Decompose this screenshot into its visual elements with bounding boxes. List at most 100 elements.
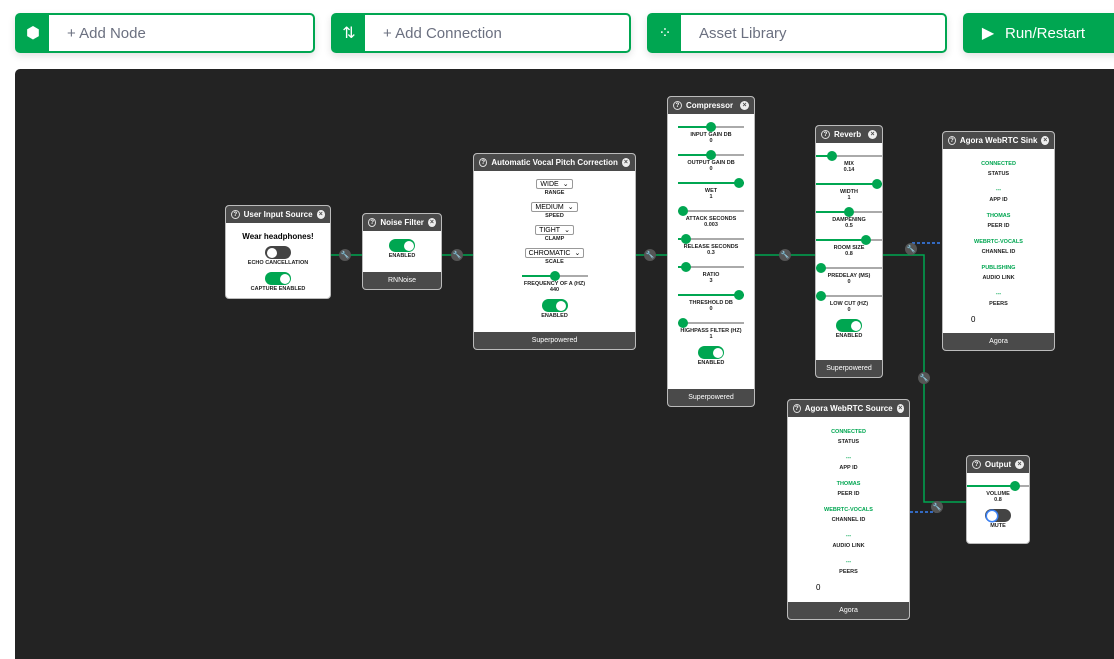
asset-library-button[interactable]: ⁘ Asset Library bbox=[647, 13, 947, 53]
node-compressor[interactable]: ? Compressor × INPUT GAIN DB 0 OUTPUT GAIN DB… bbox=[667, 96, 755, 407]
status-label: PEERS bbox=[989, 301, 1008, 307]
slider[interactable] bbox=[678, 290, 744, 300]
node-reverb[interactable]: ? Reverb × MIX 0.14 WIDTH 1 DAMPENING 0.5 ROOM SI… bbox=[815, 125, 883, 378]
help-icon[interactable]: ? bbox=[948, 136, 956, 145]
wrench-icon[interactable]: 🔧 bbox=[779, 249, 791, 261]
node-header[interactable]: ? Agora WebRTC Source × bbox=[788, 400, 909, 417]
slider-thumb[interactable] bbox=[844, 207, 854, 217]
slider[interactable] bbox=[816, 151, 882, 161]
node-agora-source[interactable]: ? Agora WebRTC Source × CONNECTED STATUS --- A… bbox=[787, 399, 910, 620]
node-header[interactable]: ? Compressor × bbox=[668, 97, 754, 114]
chevron-down-icon: ⌄ bbox=[574, 250, 581, 257]
slider[interactable] bbox=[816, 179, 882, 189]
slider-thumb[interactable] bbox=[549, 271, 560, 281]
node-title: Reverb bbox=[834, 130, 862, 139]
slider[interactable] bbox=[678, 318, 744, 328]
status-value: --- bbox=[995, 187, 1002, 193]
help-icon[interactable]: ? bbox=[231, 210, 240, 219]
close-icon[interactable]: × bbox=[1015, 460, 1024, 469]
node-body: ENABLED bbox=[363, 231, 441, 272]
slider-thumb[interactable] bbox=[678, 206, 688, 216]
node-graph-canvas[interactable]: 🔧 🔧 🔧 🔧 🔧 🔧 🔧 ? User Input Source × Wear he… bbox=[15, 69, 1114, 659]
help-icon[interactable]: ? bbox=[793, 404, 801, 413]
node-user-input-source[interactable]: ? User Input Source × Wear headphones! ECHO … bbox=[225, 205, 331, 299]
status-value: WEBRTC-VOCALS bbox=[824, 507, 873, 513]
node-header[interactable]: ? Reverb × bbox=[816, 126, 882, 143]
slider[interactable] bbox=[678, 206, 744, 216]
status-value: PUBLISHING bbox=[981, 265, 1016, 271]
node-pitch-correction[interactable]: ? Automatic Vocal Pitch Correction × WIDE ⌄ R… bbox=[473, 153, 636, 350]
node-header[interactable]: ? User Input Source × bbox=[226, 206, 330, 223]
add-connection-button[interactable]: ⇅ + Add Connection bbox=[331, 13, 631, 53]
toggle-label: ENABLED bbox=[541, 313, 568, 319]
slider[interactable] bbox=[521, 271, 588, 281]
slider[interactable] bbox=[816, 235, 882, 245]
node-header[interactable]: ? Agora WebRTC Sink × bbox=[943, 132, 1054, 149]
node-output[interactable]: ? Output × VOLUME 0.8 MUTE bbox=[966, 455, 1030, 544]
toggle-switch[interactable] bbox=[265, 272, 291, 285]
node-header[interactable]: ? Noise Filter × bbox=[363, 214, 441, 231]
status-label: STATUS bbox=[987, 171, 1010, 177]
slider-thumb[interactable] bbox=[1009, 481, 1020, 491]
slider-thumb[interactable] bbox=[872, 179, 882, 189]
node-agora-sink[interactable]: ? Agora WebRTC Sink × CONNECTED STATUS --- APP… bbox=[942, 131, 1055, 351]
close-icon[interactable]: × bbox=[316, 210, 325, 219]
slider-thumb[interactable] bbox=[706, 150, 716, 160]
slider[interactable] bbox=[678, 122, 744, 132]
toggle-switch[interactable] bbox=[541, 299, 568, 312]
node-noise-filter[interactable]: ? Noise Filter × ENABLED RNNoise bbox=[362, 213, 442, 290]
node-header[interactable]: ? Automatic Vocal Pitch Correction × bbox=[474, 154, 635, 171]
status-value: --- bbox=[995, 291, 1002, 297]
slider-thumb[interactable] bbox=[860, 235, 871, 245]
wrench-icon[interactable]: 🔧 bbox=[918, 372, 930, 384]
slider-thumb[interactable] bbox=[678, 318, 688, 328]
add-node-button[interactable]: ⬢ + Add Node bbox=[15, 13, 315, 53]
toggle-switch[interactable] bbox=[389, 239, 415, 252]
slider[interactable] bbox=[816, 207, 882, 217]
slider-thumb[interactable] bbox=[734, 290, 744, 300]
slider[interactable] bbox=[678, 178, 744, 188]
slider-thumb[interactable] bbox=[816, 291, 826, 301]
slider-thumb[interactable] bbox=[680, 234, 691, 244]
slider-thumb[interactable] bbox=[706, 122, 716, 132]
slider[interactable] bbox=[816, 291, 882, 301]
slider-value: 0.14 bbox=[843, 167, 855, 173]
close-icon[interactable]: × bbox=[427, 218, 436, 227]
slider-thumb[interactable] bbox=[816, 263, 826, 273]
help-icon[interactable]: ? bbox=[479, 158, 488, 167]
toggle-switch[interactable] bbox=[836, 319, 862, 332]
slider-value: 0.003 bbox=[704, 222, 718, 228]
wrench-icon[interactable]: 🔧 bbox=[644, 249, 656, 261]
slider[interactable] bbox=[678, 262, 744, 272]
slider-thumb[interactable] bbox=[827, 151, 838, 161]
dropdown-select[interactable]: WIDE ⌄ bbox=[536, 179, 573, 189]
help-icon[interactable]: ? bbox=[368, 218, 377, 227]
slider[interactable] bbox=[678, 150, 744, 160]
help-icon[interactable]: ? bbox=[673, 101, 682, 110]
wrench-icon[interactable]: 🔧 bbox=[451, 249, 463, 261]
close-icon[interactable]: × bbox=[868, 130, 877, 139]
close-icon[interactable]: × bbox=[896, 404, 904, 413]
toggle-switch[interactable] bbox=[985, 509, 1011, 522]
chevron-down-icon: ⌄ bbox=[562, 181, 569, 188]
help-icon[interactable]: ? bbox=[972, 460, 981, 469]
dropdown-select[interactable]: TIGHT ⌄ bbox=[535, 225, 574, 235]
slider[interactable] bbox=[678, 234, 744, 244]
toggle-switch[interactable] bbox=[265, 246, 291, 259]
help-icon[interactable]: ? bbox=[821, 130, 830, 139]
slider-thumb[interactable] bbox=[734, 178, 744, 188]
node-header[interactable]: ? Output × bbox=[967, 456, 1029, 473]
wrench-icon[interactable]: 🔧 bbox=[905, 243, 917, 255]
run-restart-button[interactable]: ▶ Run/Restart bbox=[963, 13, 1114, 53]
close-icon[interactable]: × bbox=[621, 158, 630, 167]
dropdown-select[interactable]: MEDIUM ⌄ bbox=[531, 202, 578, 212]
wrench-icon[interactable]: 🔧 bbox=[339, 249, 351, 261]
slider-thumb[interactable] bbox=[681, 262, 692, 272]
slider[interactable] bbox=[816, 263, 882, 273]
close-icon[interactable]: × bbox=[1041, 136, 1049, 145]
toggle-switch[interactable] bbox=[698, 346, 724, 359]
slider[interactable] bbox=[967, 481, 1029, 491]
wrench-icon[interactable]: 🔧 bbox=[931, 501, 943, 513]
dropdown-select[interactable]: CHROMATIC ⌄ bbox=[524, 248, 585, 258]
close-icon[interactable]: × bbox=[740, 101, 749, 110]
